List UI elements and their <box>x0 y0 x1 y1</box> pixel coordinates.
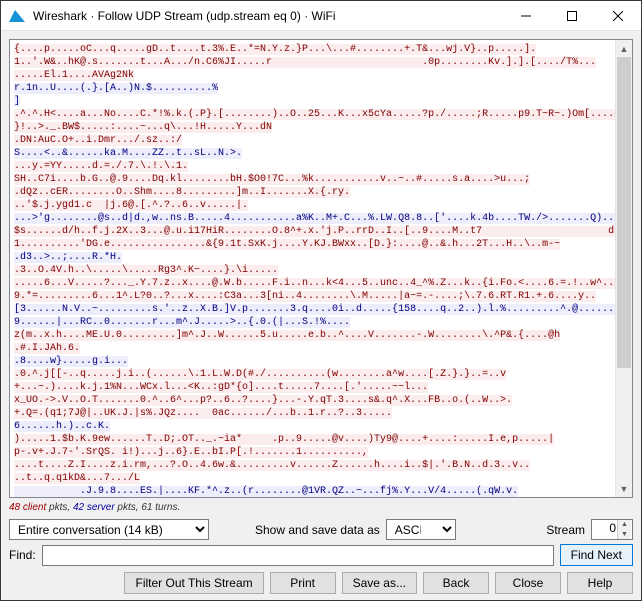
filter-out-button[interactable]: Filter Out This Stream <box>124 572 263 594</box>
find-row: Find: Find Next <box>9 544 633 566</box>
maximize-button[interactable] <box>549 1 595 30</box>
conversation-select[interactable]: Entire conversation (14 kB) <box>9 519 209 540</box>
show-save-label: Show and save data as <box>255 523 380 537</box>
window-title: Wireshark · Follow UDP Stream (udp.strea… <box>33 9 503 23</box>
close-dialog-button[interactable]: Close <box>495 572 561 594</box>
print-button[interactable]: Print <box>270 572 336 594</box>
status-line: 48 client pkts, 42 server pkts, 61 turns… <box>9 502 633 513</box>
save-as-button[interactable]: Save as... <box>342 572 417 594</box>
chevron-up-icon[interactable]: ▲ <box>617 520 631 530</box>
spinner-arrows[interactable]: ▲▼ <box>617 520 631 539</box>
scroll-down-icon[interactable]: ▼ <box>616 480 632 497</box>
stream-label: Stream <box>546 523 585 537</box>
format-select[interactable]: ASCII <box>386 519 456 540</box>
window-buttons <box>503 1 641 30</box>
minimize-button[interactable] <box>503 1 549 30</box>
controls-row: Entire conversation (14 kB) Show and sav… <box>9 519 633 540</box>
vertical-scrollbar[interactable]: ▲ ▼ <box>615 40 632 497</box>
scroll-thumb[interactable] <box>617 57 631 368</box>
content-area: {....p.....oC...q.....gD..t....t.3%.E..*… <box>1 31 641 600</box>
titlebar: Wireshark · Follow UDP Stream (udp.strea… <box>1 1 641 31</box>
back-button[interactable]: Back <box>423 572 489 594</box>
bottom-buttons-row: Filter Out This Stream Print Save as... … <box>9 572 633 594</box>
chevron-down-icon[interactable]: ▼ <box>617 530 631 540</box>
stream-text[interactable]: {....p.....oC...q.....gD..t....t.3%.E..*… <box>10 40 615 497</box>
stream-number-input[interactable]: 0 ▲▼ <box>591 519 633 540</box>
help-button[interactable]: Help <box>567 572 633 594</box>
find-next-button[interactable]: Find Next <box>560 544 633 566</box>
stream-output-box: {....p.....oC...q.....gD..t....t.3%.E..*… <box>9 39 633 498</box>
find-input[interactable] <box>42 545 554 566</box>
find-label: Find: <box>9 548 36 562</box>
close-button[interactable] <box>595 1 641 30</box>
app-icon <box>9 8 25 24</box>
scroll-up-icon[interactable]: ▲ <box>616 40 632 57</box>
